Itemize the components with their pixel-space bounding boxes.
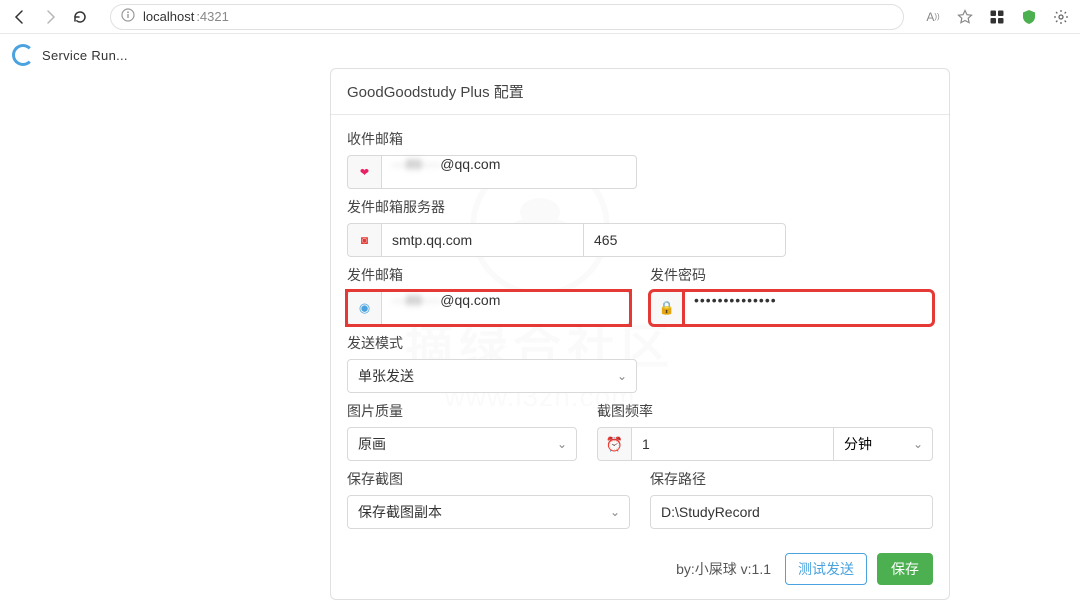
server-icon: ◙ xyxy=(347,223,381,257)
collections-icon[interactable] xyxy=(988,8,1006,26)
path-input[interactable] xyxy=(650,495,933,529)
smtp-label: 发件邮箱服务器 xyxy=(347,197,933,217)
back-button[interactable] xyxy=(10,7,30,27)
browser-toolbar: localhost:4321 A)) xyxy=(0,0,1080,34)
keep-label: 保存截图 xyxy=(347,469,630,489)
quality-label: 图片质量 xyxy=(347,401,577,421)
favorite-icon[interactable] xyxy=(956,8,974,26)
sender-label: 发件邮箱 xyxy=(347,265,630,285)
read-aloud-icon[interactable]: A)) xyxy=(924,8,942,26)
recipient-label: 收件邮箱 xyxy=(347,129,933,149)
clock-icon: ⏰ xyxy=(597,427,631,461)
url-host: localhost xyxy=(143,9,194,24)
smtp-host-input[interactable] xyxy=(381,223,583,257)
frequency-unit-select[interactable]: 分钟 xyxy=(833,427,933,461)
password-input[interactable]: •••••••••••••• xyxy=(684,291,933,325)
password-label: 发件密码 xyxy=(650,265,933,285)
url-port: :4321 xyxy=(196,9,229,24)
shield-icon[interactable] xyxy=(1020,8,1038,26)
info-icon xyxy=(121,8,135,25)
address-bar[interactable]: localhost:4321 xyxy=(110,4,904,30)
settings-icon[interactable] xyxy=(1052,8,1070,26)
sender-input-group: ◉ ···89····@qq.com xyxy=(347,291,630,325)
smtp-input-group: ◙ xyxy=(347,223,637,257)
frequency-input[interactable] xyxy=(631,427,833,461)
recipient-input[interactable]: ···89····@qq.com xyxy=(381,155,637,189)
credit-text: by:小屎球 v:1.1 xyxy=(676,559,771,579)
page-tab[interactable]: Service Run... xyxy=(12,44,128,66)
card-title: GoodGoodstudy Plus 配置 xyxy=(331,69,949,115)
loading-spinner-icon xyxy=(12,44,34,66)
path-label: 保存路径 xyxy=(650,469,933,489)
test-send-button[interactable]: 测试发送 xyxy=(785,553,867,585)
mode-label: 发送模式 xyxy=(347,333,933,353)
quality-select[interactable]: 原画 xyxy=(347,427,577,461)
mode-select[interactable]: 单张发送 xyxy=(347,359,637,393)
smtp-port-input[interactable] xyxy=(583,223,786,257)
sender-input[interactable]: ···89····@qq.com xyxy=(381,291,630,325)
frequency-label: 截图频率 xyxy=(597,401,933,421)
camera-icon: ◉ xyxy=(347,291,381,325)
save-button[interactable]: 保存 xyxy=(877,553,933,585)
heart-icon: ❤ xyxy=(347,155,381,189)
mode-select-wrap: 单张发送 ⌄ xyxy=(347,359,637,393)
forward-button[interactable] xyxy=(40,7,60,27)
refresh-button[interactable] xyxy=(70,7,90,27)
password-input-group: 🔒 •••••••••••••• xyxy=(650,291,933,325)
tab-title: Service Run... xyxy=(42,48,128,63)
recipient-input-group: ❤ ···89····@qq.com xyxy=(347,155,637,189)
keep-select[interactable]: 保存截图副本 xyxy=(347,495,630,529)
lock-icon: 🔒 xyxy=(650,291,684,325)
config-card: GoodGoodstudy Plus 配置 收件邮箱 ❤ ···89····@q… xyxy=(330,68,950,600)
